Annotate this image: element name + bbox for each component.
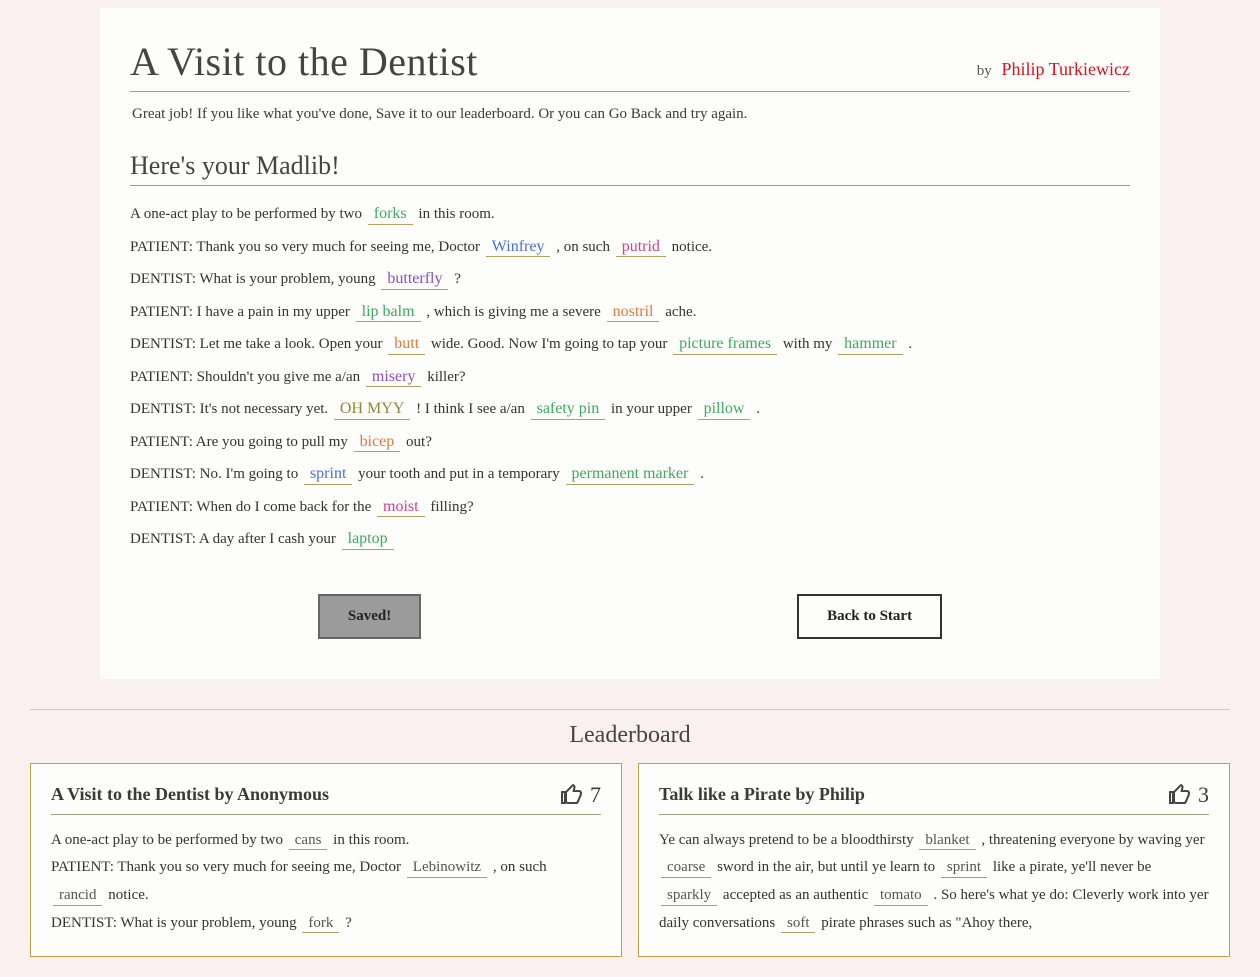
byline: by Philip Turkiewicz: [977, 59, 1130, 80]
story-text: ?: [454, 271, 461, 287]
story-text: .: [908, 336, 912, 352]
blank-word: sprint: [304, 465, 352, 485]
story-text: DENTIST: No. I'm going to: [130, 466, 302, 482]
story-text: PATIENT: I have a pain in my upper: [130, 304, 354, 320]
story-text: out?: [406, 434, 432, 450]
blank-word: lip balm: [356, 303, 421, 323]
leaderboard: A Visit to the Dentist by Anonymous 7 A …: [0, 763, 1260, 977]
story-text: .: [756, 401, 760, 417]
story-text: .: [700, 466, 704, 482]
story-text: DENTIST: Let me take a look. Open your: [130, 336, 386, 352]
button-row: Saved! Back to Start: [130, 594, 1130, 639]
blank-word: forks: [368, 205, 413, 225]
blank-word: OH MYY: [334, 400, 410, 420]
story-text: wide. Good. Now I'm going to tap your: [431, 336, 671, 352]
blank-word: soft: [781, 915, 816, 934]
blank-word: moist: [377, 498, 425, 518]
leaderboard-card-header: A Visit to the Dentist by Anonymous 7: [51, 782, 601, 815]
leaderboard-story: Ye can always pretend to be a bloodthirs…: [659, 827, 1209, 938]
story-text: in this room.: [418, 206, 494, 222]
blank-word: Lebinowitz: [407, 859, 487, 878]
like-count: 3: [1198, 782, 1209, 808]
madlib-story: A one-act play to be performed by two fo…: [130, 200, 1130, 554]
main-card: A Visit to the Dentist by Philip Turkiew…: [100, 8, 1160, 679]
blank-word: nostril: [607, 303, 660, 323]
story-text: DENTIST: It's not necessary yet.: [130, 401, 332, 417]
blank-word: putrid: [616, 238, 666, 258]
leaderboard-heading: Leaderboard: [0, 722, 1260, 749]
saved-button[interactable]: Saved!: [318, 594, 421, 639]
by-label: by: [977, 63, 992, 79]
story-text: DENTIST: A day after I cash your: [130, 531, 340, 547]
story-text: DENTIST: What is your problem, young: [51, 915, 300, 931]
story-text: filling?: [430, 499, 473, 515]
back-button[interactable]: Back to Start: [797, 594, 942, 639]
blank-word: sparkly: [661, 887, 717, 906]
blank-word: laptop: [342, 530, 394, 550]
story-text: your tooth and put in a temporary: [358, 466, 563, 482]
story-text: pirate phrases such as "Ahoy there,: [821, 915, 1032, 931]
blank-word: fork: [302, 915, 339, 934]
blank-word: pillow: [698, 400, 751, 420]
blank-word: rancid: [53, 887, 102, 906]
story-text: , threatening everyone by waving yer: [981, 832, 1204, 848]
story-text: PATIENT: Thank you so very much for seei…: [130, 239, 484, 255]
story-text: PATIENT: Thank you so very much for seei…: [51, 859, 405, 875]
story-text: like a pirate, ye'll never be: [993, 859, 1151, 875]
story-text: A one-act play to be performed by two: [130, 206, 366, 222]
story-text: notice.: [672, 239, 712, 255]
story-text: killer?: [427, 369, 465, 385]
thumb-up-icon: [560, 783, 584, 807]
blank-word: sprint: [941, 859, 987, 878]
leaderboard-entry-title: A Visit to the Dentist by Anonymous: [51, 784, 329, 805]
story-text: , on such: [556, 239, 614, 255]
blank-word: blanket: [919, 832, 975, 851]
page-title: A Visit to the Dentist: [130, 38, 478, 85]
story-text: ! I think I see a/an: [416, 401, 528, 417]
leaderboard-entry-title: Talk like a Pirate by Philip: [659, 784, 865, 805]
leaderboard-story: A one-act play to be performed by two ca…: [51, 827, 601, 938]
divider: [30, 709, 1230, 710]
blank-word: coarse: [661, 859, 711, 878]
story-text: Ye can always pretend to be a bloodthirs…: [659, 832, 917, 848]
like-counter[interactable]: 3: [1168, 782, 1209, 808]
like-count: 7: [590, 782, 601, 808]
leaderboard-card-header: Talk like a Pirate by Philip 3: [659, 782, 1209, 815]
author-name: Philip Turkiewicz: [1001, 59, 1130, 79]
story-text: A one-act play to be performed by two: [51, 832, 287, 848]
story-text: accepted as an authentic: [723, 887, 872, 903]
leaderboard-card: Talk like a Pirate by Philip 3 Ye can al…: [638, 763, 1230, 957]
story-text: , on such: [493, 859, 547, 875]
story-text: in your upper: [611, 401, 696, 417]
blank-word: misery: [366, 368, 422, 388]
blank-word: tomato: [874, 887, 928, 906]
like-counter[interactable]: 7: [560, 782, 601, 808]
section-heading: Here's your Madlib!: [130, 151, 1130, 186]
blank-word: permanent marker: [566, 465, 695, 485]
story-text: notice.: [108, 887, 148, 903]
instruction-text: Great job! If you like what you've done,…: [132, 106, 1128, 123]
blank-word: cans: [289, 832, 328, 851]
story-text: DENTIST: What is your problem, young: [130, 271, 379, 287]
story-text: ache.: [665, 304, 696, 320]
thumb-up-icon: [1168, 783, 1192, 807]
story-text: , which is giving me a severe: [426, 304, 604, 320]
story-text: in this room.: [333, 832, 409, 848]
blank-word: bicep: [354, 433, 401, 453]
header: A Visit to the Dentist by Philip Turkiew…: [130, 38, 1130, 92]
leaderboard-card: A Visit to the Dentist by Anonymous 7 A …: [30, 763, 622, 957]
blank-word: butt: [388, 335, 425, 355]
story-text: sword in the air, but until ye learn to: [717, 859, 939, 875]
blank-word: butterfly: [381, 270, 448, 290]
blank-word: safety pin: [531, 400, 606, 420]
blank-word: picture frames: [673, 335, 777, 355]
story-text: with my: [783, 336, 836, 352]
blank-word: Winfrey: [486, 238, 551, 258]
blank-word: hammer: [838, 335, 902, 355]
story-text: ?: [345, 915, 352, 931]
story-text: PATIENT: Shouldn't you give me a/an: [130, 369, 364, 385]
story-text: PATIENT: When do I come back for the: [130, 499, 375, 515]
story-text: PATIENT: Are you going to pull my: [130, 434, 352, 450]
